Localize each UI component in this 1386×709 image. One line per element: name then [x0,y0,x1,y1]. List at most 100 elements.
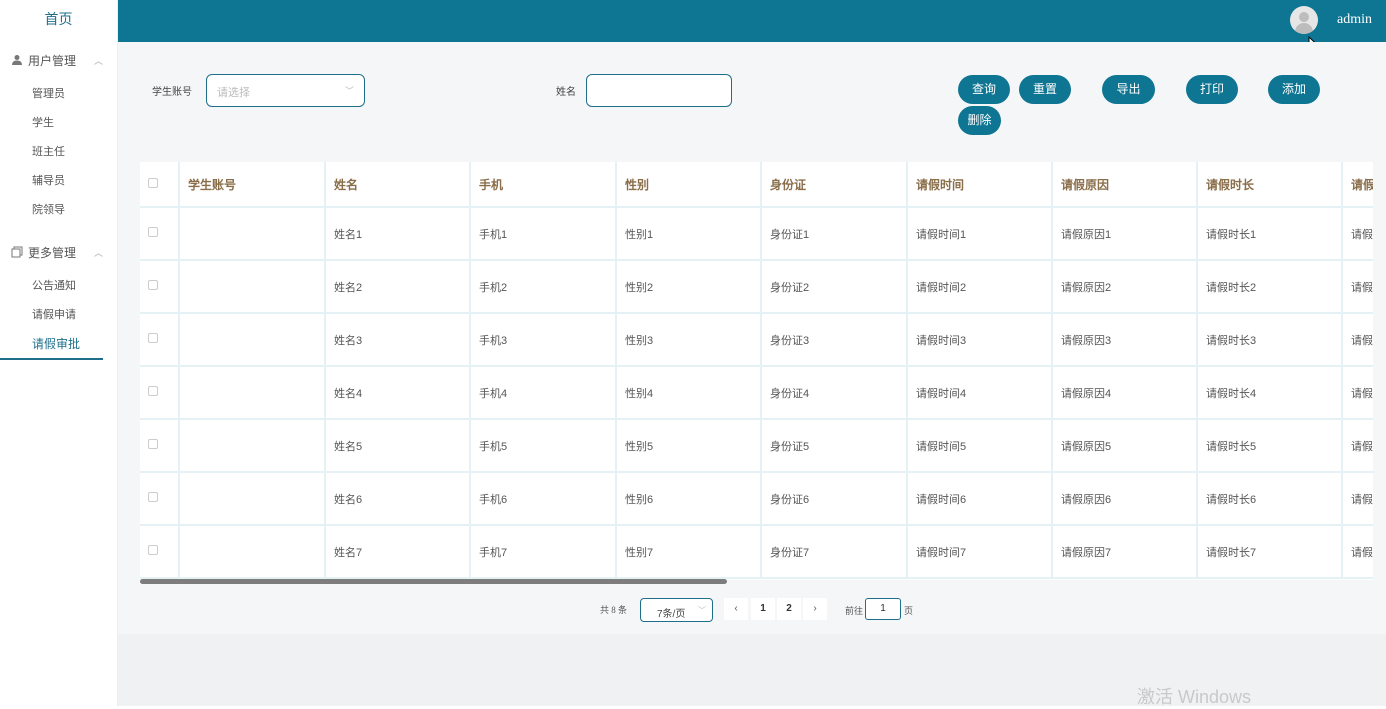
cell: 性别1 [616,207,762,261]
cell: 请假时长7 [1197,525,1343,579]
cell: 请假 [1342,260,1373,314]
select-all-checkbox[interactable] [148,178,158,188]
name-input[interactable] [586,74,732,107]
table-row[interactable]: 姓名6 手机6 性别6 身份证6 请假时间6 请假原因6 请假时长6 请假 [140,472,1373,526]
cell: 手机6 [470,472,617,526]
cell: 性别2 [616,260,762,314]
row-checkbox[interactable] [148,545,158,555]
cell: 请假时间4 [907,366,1053,420]
cell: 姓名4 [325,366,471,420]
export-button[interactable]: 导出 [1102,75,1155,104]
username[interactable]: admin [1337,12,1372,28]
column-header: 请假时间 [907,162,1053,208]
column-header: 请假原因 [1052,162,1198,208]
student-account-select[interactable]: 请选择 ﹀ [206,74,365,107]
cell: 请假 [1342,472,1373,526]
select-all-cell[interactable] [140,162,180,208]
cell: 姓名7 [325,525,471,579]
cell [179,366,326,420]
sidebar-item-counselor[interactable]: 辅导员 [0,167,117,196]
horizontal-scrollbar[interactable] [140,579,727,584]
row-checkbox[interactable] [148,333,158,343]
column-header: 请假 [1342,162,1373,208]
cell [179,419,326,473]
menu-group-user-management[interactable]: 用户管理 ︿ [0,40,117,80]
cell [179,313,326,367]
cell: 请假时长1 [1197,207,1343,261]
table-header-row: 学生账号 姓名 手机 性别 身份证 请假时间 请假原因 请假时长 请假 [140,162,1373,208]
sidebar-item-leave-request[interactable]: 请假申请 [0,301,117,330]
cell: 手机4 [470,366,617,420]
cell [179,525,326,579]
table-row[interactable]: 姓名1 手机1 性别1 身份证1 请假时间1 请假原因1 请假时长1 请假 [140,207,1373,261]
cell: 姓名5 [325,419,471,473]
page-size-select[interactable]: 7条/页 ﹀ [640,598,713,622]
cell: 请假时长4 [1197,366,1343,420]
table-row[interactable]: 姓名7 手机7 性别7 身份证7 请假时间7 请假原因7 请假时长7 请假 [140,525,1373,579]
sidebar-item-college-leader[interactable]: 院领导 [0,196,117,225]
row-checkbox[interactable] [148,280,158,290]
page-suffix: 页 [904,606,914,616]
cell: 请假 [1342,313,1373,367]
name-label: 姓名 [556,87,576,98]
cell [179,472,326,526]
cell: 身份证4 [761,366,908,420]
cell: 身份证3 [761,313,908,367]
cell: 请假时长6 [1197,472,1343,526]
column-header: 学生账号 [179,162,326,208]
cell: 性别6 [616,472,762,526]
cell: 请假原因4 [1052,366,1198,420]
cell: 请假时长5 [1197,419,1343,473]
column-header: 性别 [616,162,762,208]
top-bar: admin [118,0,1386,42]
cell: 请假原因6 [1052,472,1198,526]
cell: 请假原因2 [1052,260,1198,314]
row-checkbox[interactable] [148,386,158,396]
goto-page-input[interactable]: 1 [865,598,901,620]
query-button[interactable]: 查询 [958,75,1010,104]
sidebar-item-admin[interactable]: 管理员 [0,80,117,109]
cell: 姓名6 [325,472,471,526]
cell: 姓名3 [325,313,471,367]
goto-label: 前往 [845,606,864,616]
menu-group-label: 用户管理 [28,53,77,68]
row-checkbox[interactable] [148,439,158,449]
user-icon [10,53,24,67]
page-2-button[interactable]: 2 [777,598,801,620]
column-header: 手机 [470,162,617,208]
cell: 手机5 [470,419,617,473]
row-checkbox[interactable] [148,492,158,502]
add-button[interactable]: 添加 [1268,75,1320,104]
delete-button[interactable]: 删除 [958,106,1001,135]
print-button[interactable]: 打印 [1186,75,1238,104]
page-size-value: 7条/页 [657,609,686,620]
sidebar-item-student[interactable]: 学生 [0,109,117,138]
cell: 请假 [1342,525,1373,579]
cell: 身份证5 [761,419,908,473]
page-1-button[interactable]: 1 [751,598,775,620]
table-row[interactable]: 姓名5 手机5 性别5 身份证5 请假时间5 请假原因5 请假时长5 请假 [140,419,1373,473]
cell: 请假 [1342,366,1373,420]
avatar[interactable] [1290,6,1318,34]
home-link[interactable]: 首页 [0,0,117,38]
table-row[interactable]: 姓名3 手机3 性别3 身份证3 请假时间3 请假原因3 请假时长3 请假 [140,313,1373,367]
sidebar-item-leave-approval[interactable]: 请假审批 [0,330,103,360]
table-row[interactable]: 姓名2 手机2 性别2 身份证2 请假时间2 请假原因2 请假时长2 请假 [140,260,1373,314]
cell: 手机2 [470,260,617,314]
sidebar-item-notice[interactable]: 公告通知 [0,272,117,301]
menu-group-more-management[interactable]: 更多管理 ︿ [0,232,117,272]
cell: 姓名2 [325,260,471,314]
prev-page-button[interactable]: ‹ [724,598,748,620]
data-table: 学生账号 姓名 手机 性别 身份证 请假时间 请假原因 请假时长 请假 姓名1 … [140,162,1373,580]
cell: 请假时间3 [907,313,1053,367]
cell: 请假时间7 [907,525,1053,579]
reset-button[interactable]: 重置 [1019,75,1071,104]
next-page-button[interactable]: › [803,598,827,620]
table-row[interactable]: 姓名4 手机4 性别4 身份证4 请假时间4 请假原因4 请假时长4 请假 [140,366,1373,420]
chevron-up-icon: ︿ [94,55,104,66]
row-checkbox[interactable] [148,227,158,237]
chevron-up-icon: ︿ [94,247,104,258]
copy-icon [10,245,24,259]
cell: 身份证6 [761,472,908,526]
sidebar-item-head-teacher[interactable]: 班主任 [0,138,117,167]
